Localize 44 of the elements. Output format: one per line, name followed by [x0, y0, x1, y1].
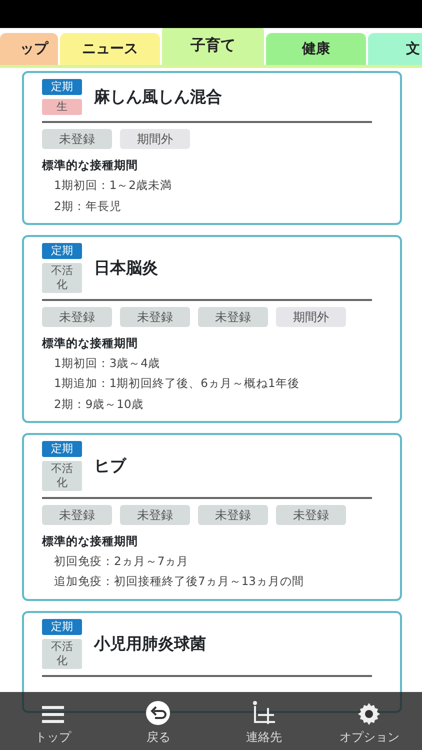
vaccine-name: 小児用肺炎球菌 [94, 632, 206, 654]
vaccine-type-tag: 定期 [42, 440, 82, 457]
vaccine-type-tag: 定期 [42, 618, 82, 634]
settings-icon [357, 702, 382, 726]
menu-icon [40, 704, 66, 726]
tab[interactable]: ップ [0, 33, 58, 65]
period-heading: 標準的な接種期間 [42, 532, 139, 550]
dose-status-chip[interactable]: 未登録 [42, 306, 112, 327]
dose-status-chip[interactable]: 未登録 [198, 306, 268, 327]
period-heading: 標準的な接種期間 [42, 334, 139, 352]
period-text: 1期初回：1～2歳未満 [54, 177, 173, 194]
period-text: 初回免疫：2ヵ月～7ヵ月 [54, 553, 190, 570]
vaccine-type-tag: 定期 [42, 242, 82, 259]
period-text: 2期：9歳～10歳 [54, 396, 144, 412]
tab[interactable]: ニュース [60, 33, 160, 65]
dose-status-chip[interactable]: 未登録 [198, 504, 268, 525]
tab[interactable]: 文 [368, 33, 422, 65]
nav-button[interactable]: 戻る [112, 692, 204, 750]
dose-status-chip[interactable]: 期間外 [120, 129, 190, 149]
vaccine-type-tag: 生 [42, 99, 82, 115]
dose-status-chip[interactable]: 未登録 [276, 504, 346, 525]
tab[interactable]: 健康 [266, 33, 366, 65]
period-text: 1期追加：1期初回終了後、6ヵ月～概ね1年後 [54, 375, 300, 392]
back-icon [145, 700, 172, 726]
dose-status-chip[interactable]: 未登録 [120, 504, 190, 525]
vaccine-type-tag: 不活化 [42, 460, 82, 491]
period-text: 1期初回：3歳～4歳 [54, 355, 161, 372]
vaccine-type-tag: 定期 [42, 79, 82, 95]
nav-button[interactable]: オプション [323, 692, 416, 750]
vaccine-type-tag: 不活化 [42, 262, 82, 293]
dose-status-chip[interactable]: 未登録 [42, 129, 112, 149]
vaccine-name: ヒブ [94, 454, 126, 477]
period-text: 2期：年長児 [54, 198, 122, 214]
vaccine-type-tag: 不活化 [42, 638, 82, 668]
tab[interactable]: 子育て [162, 28, 264, 65]
dose-status-chip[interactable]: 未登録 [42, 504, 112, 525]
vaccine-name: 日本脳炎 [94, 256, 158, 279]
dose-status-chip[interactable]: 期間外 [276, 306, 346, 327]
vaccine-name: 麻しん風しん混合 [94, 86, 222, 108]
nav-button[interactable]: 連絡先 [218, 692, 310, 750]
nav-button[interactable]: トップ [6, 692, 99, 750]
period-text: 追加免疫：初回接種終了後7ヵ月～13ヵ月の間 [54, 573, 305, 590]
dose-status-chip[interactable]: 未登録 [120, 306, 190, 327]
period-heading: 標準的な接種期間 [42, 157, 139, 174]
